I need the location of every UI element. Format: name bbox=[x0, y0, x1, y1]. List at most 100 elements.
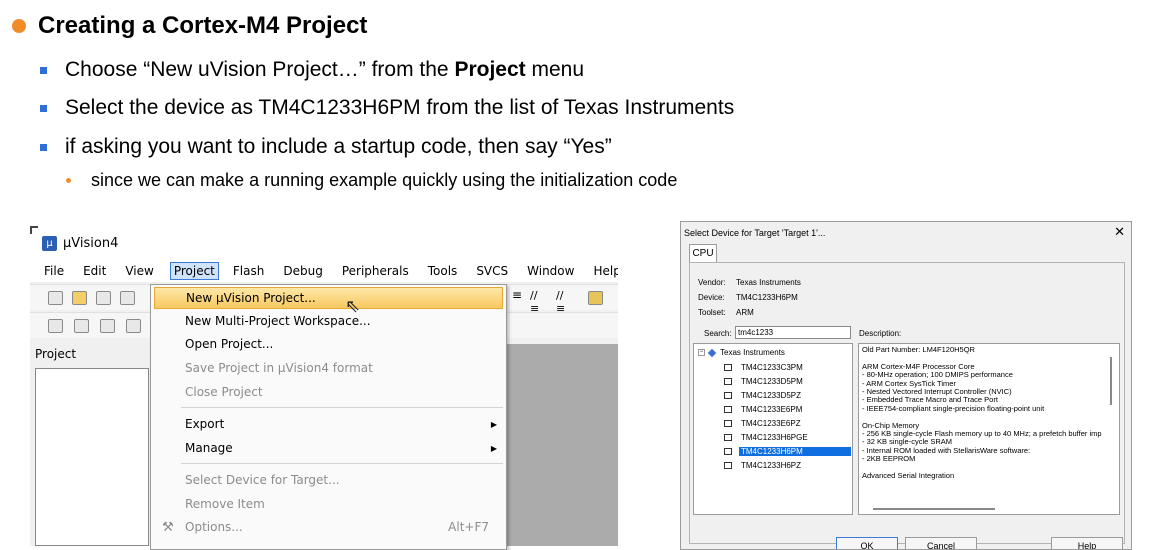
menu-item-label: Export bbox=[185, 417, 225, 431]
device-item[interactable]: TM4C1233H6PGE bbox=[724, 431, 810, 443]
save-icon[interactable] bbox=[96, 291, 111, 305]
menu-window[interactable]: Window bbox=[524, 263, 577, 279]
description-scrollbar[interactable] bbox=[1110, 357, 1112, 405]
heading-text: Creating a Cortex-M4 Project bbox=[38, 12, 368, 39]
bullet-select-device: Select the device as TM4C1233H6PM from t… bbox=[40, 96, 734, 120]
screenshot-corner-mark bbox=[30, 226, 38, 234]
menu-item-close-project[interactable]: Close Project bbox=[154, 381, 503, 403]
menu-item-new-uvision-project[interactable]: New µVision Project... bbox=[154, 287, 503, 309]
device-item[interactable]: TM4C1233D5PZ bbox=[724, 389, 803, 401]
chip-icon bbox=[724, 433, 732, 441]
editor-area bbox=[506, 344, 618, 546]
chip-icon bbox=[724, 391, 732, 399]
batch-build-icon[interactable] bbox=[126, 319, 141, 333]
new-file-icon[interactable] bbox=[48, 291, 63, 305]
description-hscrollbar[interactable] bbox=[873, 508, 995, 510]
tree-root-texas-instruments[interactable]: − Texas Instruments bbox=[698, 348, 785, 357]
build-icon[interactable] bbox=[74, 319, 89, 333]
menu-item-save-project-v4[interactable]: Save Project in µVision4 format bbox=[154, 357, 503, 379]
menu-view[interactable]: View bbox=[122, 263, 156, 279]
find-in-files-icon[interactable] bbox=[588, 291, 603, 305]
submenu-arrow-icon: ▶ bbox=[490, 419, 497, 429]
device-item[interactable]: TM4C1233E6PZ bbox=[724, 417, 803, 429]
bullet-choose-project: Choose “New uVision Project…” from the P… bbox=[40, 58, 584, 82]
toolset-label: Toolset: bbox=[698, 308, 726, 317]
device-item[interactable]: TM4C1233C3PM bbox=[724, 361, 805, 373]
chip-icon bbox=[724, 363, 732, 371]
vendor-icon bbox=[707, 348, 717, 357]
project-pane-label: Project bbox=[35, 347, 77, 361]
translate-icon[interactable] bbox=[48, 319, 63, 333]
slide-heading: Creating a Cortex-M4 Project bbox=[12, 12, 367, 40]
menu-file[interactable]: File bbox=[41, 263, 67, 279]
chip-icon bbox=[724, 405, 732, 413]
subbullet-text: since we can make a running example quic… bbox=[91, 170, 678, 190]
device-item[interactable]: TM4C1233H6PZ bbox=[724, 459, 803, 471]
menu-svcs[interactable]: SVCS bbox=[473, 263, 511, 279]
save-all-icon[interactable] bbox=[120, 291, 135, 305]
bullet-square-icon bbox=[40, 66, 47, 74]
cancel-button[interactable]: Cancel bbox=[905, 537, 977, 549]
menu-item-options[interactable]: ⚒ Options... Alt+F7 bbox=[154, 516, 503, 538]
close-icon[interactable]: ✕ bbox=[1114, 224, 1125, 240]
project-tree-area[interactable] bbox=[35, 368, 149, 546]
device-item[interactable]: TM4C1233E6PM bbox=[724, 403, 804, 415]
tab-cpu[interactable]: CPU bbox=[689, 244, 717, 262]
collapse-icon[interactable]: − bbox=[698, 349, 705, 356]
uncomment-icon[interactable]: //≡ bbox=[556, 289, 571, 315]
open-folder-icon[interactable] bbox=[72, 291, 87, 305]
menu-separator bbox=[181, 407, 503, 408]
mouse-pointer-icon: ⇖ bbox=[345, 296, 361, 316]
search-input[interactable]: tm4c1233 bbox=[735, 326, 851, 339]
dialog-title: Select Device for Target 'Target 1'... bbox=[684, 228, 826, 238]
chip-icon bbox=[724, 447, 732, 455]
indent-icon[interactable]: ≡ bbox=[512, 288, 527, 302]
comment-icon[interactable]: //≡ bbox=[530, 289, 545, 315]
device-label: Device: bbox=[698, 293, 725, 302]
bullet-square-icon bbox=[40, 143, 47, 151]
options-wand-icon: ⚒ bbox=[162, 519, 174, 535]
chip-icon bbox=[724, 419, 732, 427]
vendor-value: Texas Instruments bbox=[736, 278, 801, 287]
subbullet-dot-icon bbox=[66, 178, 71, 183]
menu-item-export[interactable]: Export ▶ bbox=[154, 413, 503, 435]
device-value: TM4C1233H6PM bbox=[736, 293, 798, 302]
select-device-dialog: Select Device for Target 'Target 1'... ✕… bbox=[680, 221, 1132, 550]
help-button[interactable]: Help bbox=[1051, 537, 1123, 549]
menu-item-remove-item[interactable]: Remove Item bbox=[154, 493, 503, 515]
menu-flash[interactable]: Flash bbox=[230, 263, 267, 279]
menu-peripherals[interactable]: Peripherals bbox=[339, 263, 412, 279]
ok-button[interactable]: OK bbox=[836, 537, 898, 549]
submenu-arrow-icon: ▶ bbox=[490, 443, 497, 453]
uvision-titlebar: µ µVision4 bbox=[30, 226, 618, 260]
bullet-startup-code: if asking you want to include a startup … bbox=[40, 135, 612, 159]
menu-item-new-multi-project[interactable]: New Multi-Project Workspace... bbox=[154, 310, 503, 332]
menu-item-select-device[interactable]: Select Device for Target... bbox=[154, 469, 503, 491]
menu-project[interactable]: Project bbox=[169, 262, 219, 280]
menu-debug[interactable]: Debug bbox=[280, 263, 325, 279]
menu-item-open-project[interactable]: Open Project... bbox=[154, 333, 503, 355]
bullet-text: Select the device as TM4C1233H6PM from t… bbox=[65, 96, 735, 119]
uvision-title: µVision4 bbox=[63, 235, 119, 251]
rebuild-icon[interactable] bbox=[100, 319, 115, 333]
menu-edit[interactable]: Edit bbox=[80, 263, 109, 279]
device-item-selected[interactable]: TM4C1233H6PM bbox=[724, 445, 851, 457]
device-item[interactable]: TM4C1233D5PM bbox=[724, 375, 805, 387]
uvision-menubar: File Edit View Project Flash Debug Perip… bbox=[30, 260, 618, 282]
chip-icon bbox=[724, 461, 732, 469]
menu-item-label: Options... bbox=[185, 520, 243, 534]
menu-item-manage[interactable]: Manage ▶ bbox=[154, 437, 503, 459]
vendor-label: Vendor: bbox=[698, 278, 726, 287]
project-pane: Project bbox=[30, 344, 152, 546]
uvision-logo-icon: µ bbox=[42, 235, 57, 251]
device-description: Old Part Number: LM4F120H5QR ARM Cortex-… bbox=[858, 343, 1120, 515]
chip-icon bbox=[724, 377, 732, 385]
device-tree[interactable]: − Texas Instruments TM4C1233C3PM TM4C123… bbox=[693, 343, 853, 515]
bullet-dot-icon bbox=[12, 19, 26, 33]
menu-separator bbox=[181, 463, 503, 464]
toolset-value: ARM bbox=[736, 308, 754, 317]
search-label: Search: bbox=[704, 329, 732, 338]
menu-help[interactable]: Help bbox=[590, 263, 618, 279]
menu-item-shortcut: Alt+F7 bbox=[448, 520, 489, 534]
menu-tools[interactable]: Tools bbox=[425, 263, 461, 279]
